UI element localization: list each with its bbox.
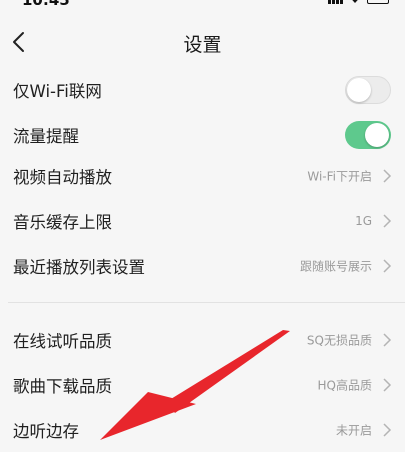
chevron-right-icon	[383, 169, 392, 183]
setting-row-online-quality[interactable]: 在线试听品质 SQ无损品质	[0, 318, 405, 362]
status-time: 10:45	[22, 0, 70, 9]
setting-label: 视频自动播放	[13, 168, 112, 187]
status-bar: 10:45	[0, 0, 405, 10]
chevron-right-icon	[383, 259, 392, 273]
battery-icon	[367, 0, 389, 4]
setting-label: 歌曲下载品质	[13, 377, 112, 396]
setting-value: 未开启	[335, 423, 372, 438]
setting-value: SQ无损品质	[306, 333, 372, 348]
setting-label: 最近播放列表设置	[13, 258, 145, 277]
setting-value: 跟随账号展示	[299, 259, 372, 274]
setting-value: 1G	[355, 214, 372, 228]
setting-value: HQ高品质	[317, 378, 372, 393]
data-reminder-toggle[interactable]	[345, 121, 391, 149]
toggle-knob	[347, 78, 371, 102]
signal-icon	[328, 0, 343, 4]
setting-row-video-autoplay[interactable]: 视频自动播放 Wi-Fi下开启	[0, 154, 405, 198]
status-icons	[328, 0, 389, 4]
setting-label: 流量提醒	[13, 127, 79, 146]
wifi-icon	[352, 0, 358, 3]
setting-row-wifi-only[interactable]: 仅Wi-Fi联网	[0, 68, 405, 112]
setting-label: 音乐缓存上限	[13, 213, 112, 232]
wifi-only-toggle[interactable]	[345, 76, 391, 104]
setting-row-recent-playlist[interactable]: 最近播放列表设置 跟随账号展示	[0, 244, 405, 288]
setting-label: 仅Wi-Fi联网	[13, 82, 102, 101]
nav-bar: 设置	[0, 22, 405, 62]
chevron-right-icon	[383, 214, 392, 228]
chevron-right-icon	[383, 423, 392, 437]
setting-row-music-cache[interactable]: 音乐缓存上限 1G	[0, 199, 405, 243]
page-title: 设置	[183, 34, 222, 56]
setting-row-data-reminder[interactable]: 流量提醒	[0, 113, 405, 157]
section-divider	[8, 302, 405, 303]
chevron-right-icon	[383, 378, 392, 392]
toggle-knob	[365, 123, 389, 147]
chevron-right-icon	[383, 333, 392, 347]
setting-row-listen-cache[interactable]: 边听边存 未开启	[0, 408, 405, 452]
setting-row-download-quality[interactable]: 歌曲下载品质 HQ高品质	[0, 363, 405, 407]
setting-value: Wi-Fi下开启	[307, 169, 372, 184]
setting-label: 在线试听品质	[13, 332, 112, 351]
setting-label: 边听边存	[13, 422, 79, 441]
